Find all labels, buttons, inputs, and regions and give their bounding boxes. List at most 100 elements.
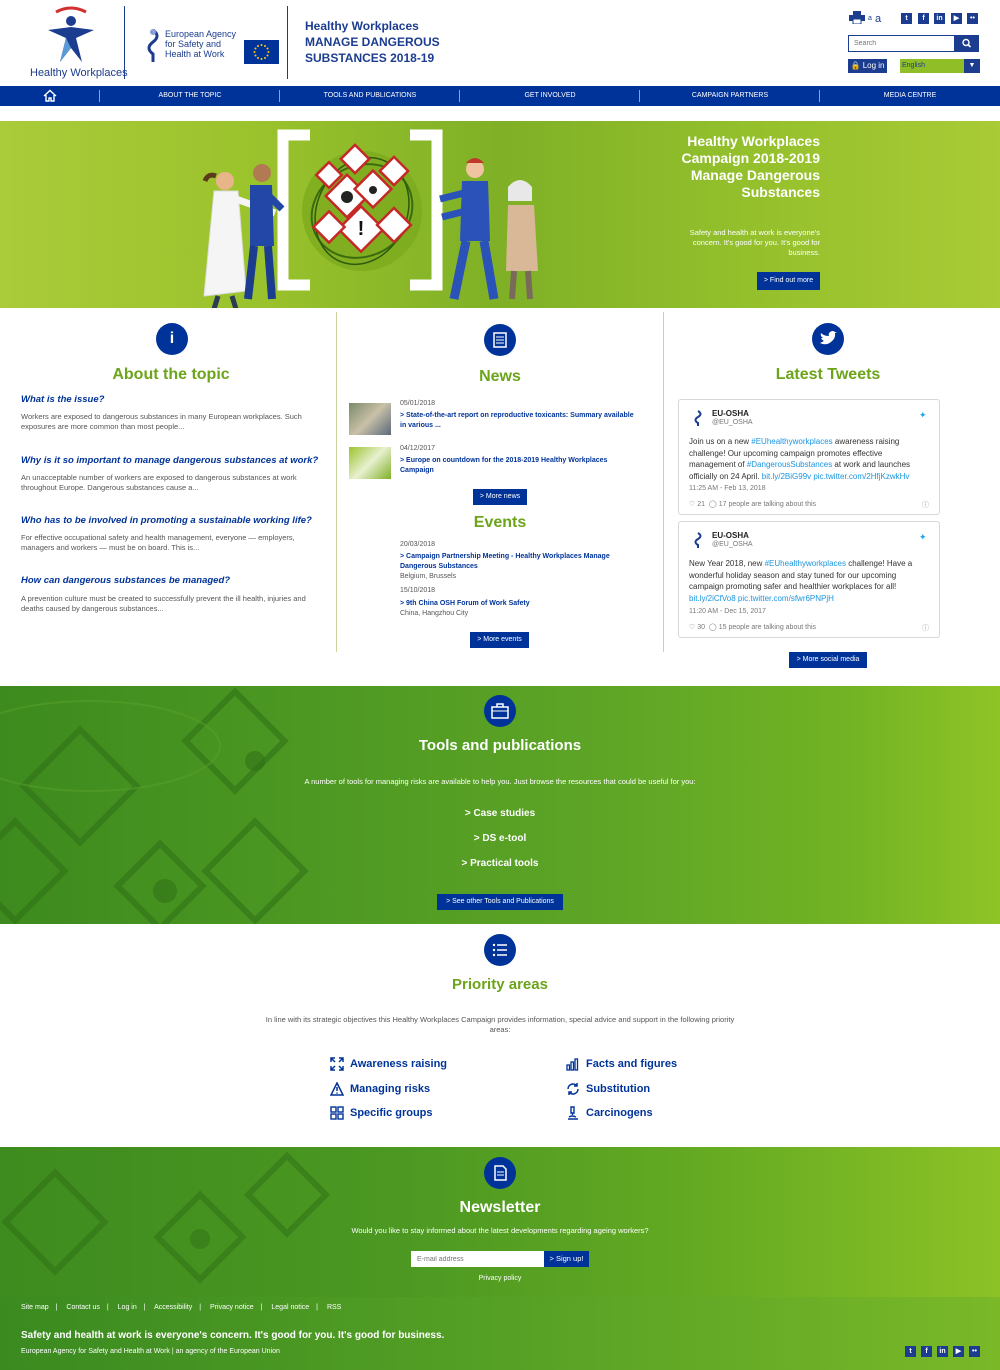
more-events-button[interactable]: > More events <box>470 632 529 648</box>
comment-icon[interactable]: ◯ <box>709 624 717 631</box>
comment-icon[interactable]: ◯ <box>709 501 717 508</box>
see-other-tools-button[interactable]: > See other Tools and Publications <box>437 894 563 910</box>
tweet-stats: ♡ 30 ◯ 15 people are talking about this <box>689 623 816 631</box>
tweet-card[interactable]: EU-OSHA @EU_OSHA ✦ New Year 2018, new #E… <box>678 521 940 638</box>
twitter-bird-icon: ✦ <box>919 532 927 542</box>
tweet-handle: @EU_OSHA <box>712 419 753 426</box>
footer-link-site-map[interactable]: Site map <box>21 1304 49 1311</box>
info-icon[interactable]: ⓘ <box>922 623 929 633</box>
search-button[interactable] <box>955 35 979 52</box>
agency-name: European Agency for Safety and Health at… <box>165 29 237 59</box>
header-divider <box>287 6 288 79</box>
campaign-title: Healthy Workplaces MANAGE DANGEROUS SUBS… <box>305 18 440 66</box>
nav-about-topic[interactable]: ABOUT THE TOPIC <box>100 86 280 106</box>
hero-title-line: Manage Dangerous <box>690 167 820 183</box>
footer-link-contact[interactable]: Contact us <box>66 1304 99 1311</box>
sign-up-button[interactable]: > Sign up! <box>544 1251 589 1267</box>
healthy-workplaces-logo[interactable]: Healthy Workplaces <box>30 6 128 80</box>
hero-title: Healthy Workplaces Campaign 2018-2019 Ma… <box>640 133 820 201</box>
bar-chart-icon <box>566 1058 579 1071</box>
youtube-icon[interactable]: ▶ <box>953 1346 964 1357</box>
home-icon[interactable] <box>38 86 62 106</box>
linkedin-icon[interactable]: in <box>937 1346 948 1357</box>
news-thumbnail[interactable] <box>349 447 391 479</box>
like-count: 30 <box>697 624 706 631</box>
eu-flag-icon <box>244 40 279 64</box>
talking-count: 17 people are talking about this <box>718 501 817 508</box>
tweet-time[interactable]: 11:25 AM - Feb 13, 2018 <box>689 485 766 492</box>
heart-icon[interactable]: ♡ <box>689 624 695 631</box>
tools-title: Tools and publications <box>418 737 582 754</box>
nav-get-involved[interactable]: GET INVOLVED <box>460 86 640 106</box>
talking-count: 15 people are talking about this <box>718 624 817 631</box>
tool-link-ds-etool[interactable]: > DS e-tool <box>0 833 1000 844</box>
find-out-more-button[interactable]: > Find out more <box>757 272 820 290</box>
tweet-card[interactable]: EU-OSHA @EU_OSHA ✦ Join us on a new #EUh… <box>678 399 940 515</box>
footer-link-accessibility[interactable]: Accessibility <box>154 1304 192 1311</box>
linkedin-icon[interactable]: in <box>934 13 945 24</box>
event-link[interactable]: > Campaign Partnership Meeting - Healthy… <box>400 552 635 572</box>
heart-icon[interactable]: ♡ <box>689 501 695 508</box>
twitter-icon[interactable]: t <box>901 13 912 24</box>
about-question[interactable]: What is the issue? <box>21 394 321 405</box>
more-social-media-button[interactable]: > More social media <box>789 652 867 668</box>
info-icon: i <box>156 323 188 355</box>
priority-title: Priority areas <box>452 976 548 993</box>
info-icon[interactable]: ⓘ <box>922 500 929 510</box>
news-link[interactable]: > State-of-the-art report on reproductiv… <box>400 411 635 431</box>
flickr-icon[interactable]: •• <box>967 13 978 24</box>
event-date: 20/03/2018 <box>400 541 436 548</box>
news-link[interactable]: > Europe on countdown for the 2018-2019 … <box>400 456 635 476</box>
hashtag-link[interactable]: #EUhealthyworkplaces <box>751 437 832 446</box>
eu-osha-avatar <box>694 532 702 548</box>
about-question[interactable]: Who has to be involved in promoting a su… <box>21 515 321 526</box>
footer-links: Site map | Contact us | Log in | Accessibil… <box>21 1304 342 1311</box>
footer-slogan: Safety and health at work is everyone's … <box>21 1330 445 1341</box>
email-field[interactable] <box>411 1251 544 1267</box>
refresh-icon <box>567 1083 579 1095</box>
print-icon[interactable] <box>849 11 865 24</box>
footer-link-privacy[interactable]: Privacy notice <box>210 1304 254 1311</box>
hashtag-link[interactable]: #DangerousSubstances <box>747 460 832 469</box>
chevron-down-icon[interactable]: ▼ <box>964 59 980 73</box>
youtube-icon[interactable]: ▶ <box>951 13 962 24</box>
language-select[interactable]: English <box>900 59 964 73</box>
font-decrease-button[interactable]: a <box>868 15 872 22</box>
tweet-url[interactable]: bit.ly/2BiG99v pic.twitter.com/2HfjKzwkH… <box>762 472 910 481</box>
event-date: 15/10/2018 <box>400 587 436 594</box>
twitter-icon[interactable]: t <box>905 1346 916 1357</box>
footer-link-login[interactable]: Log in <box>118 1304 137 1311</box>
tweet-url[interactable]: bit.ly/2iCfVo8 pic.twitter.com/sfwr6PNPj… <box>689 594 834 603</box>
search-input[interactable] <box>848 35 955 52</box>
priority-label: Awareness raising <box>350 1058 448 1070</box>
nav-media-centre[interactable]: MEDIA CENTRE <box>820 86 1000 106</box>
tweet-time[interactable]: 11:20 AM - Dec 15, 2017 <box>689 608 766 615</box>
events-title: Events <box>473 514 527 531</box>
privacy-policy-link[interactable]: Privacy policy <box>0 1275 1000 1282</box>
event-location: China, Hangzhou City <box>400 610 469 617</box>
eu-osha-avatar <box>694 410 702 426</box>
hashtag-link[interactable]: #EUhealthyworkplaces <box>765 559 846 568</box>
login-button[interactable]: 🔒 Log in <box>848 59 887 73</box>
about-question[interactable]: Why is it so important to manage dangero… <box>21 455 321 466</box>
facebook-icon[interactable]: f <box>921 1346 932 1357</box>
about-question[interactable]: How can dangerous substances be managed? <box>21 575 321 586</box>
footer-link-rss[interactable]: RSS <box>327 1304 341 1311</box>
tool-link-case-studies[interactable]: > Case studies <box>0 808 1000 819</box>
news-thumbnail[interactable] <box>349 403 391 435</box>
footer-link-legal[interactable]: Legal notice <box>271 1304 309 1311</box>
nav-tools-publications[interactable]: TOOLS AND PUBLICATIONS <box>280 86 460 106</box>
campaign-title-line: SUBSTANCES 2018-19 <box>305 51 435 65</box>
flickr-icon[interactable]: •• <box>969 1346 980 1357</box>
about-title: About the topic <box>112 366 230 383</box>
facebook-icon[interactable]: f <box>918 13 929 24</box>
news-title: News <box>479 368 521 385</box>
event-link[interactable]: > 9th China OSH Forum of Work Safety <box>400 599 635 609</box>
nav-campaign-partners[interactable]: CAMPAIGN PARTNERS <box>640 86 820 106</box>
font-increase-button[interactable]: a <box>875 13 881 25</box>
tool-link-practical-tools[interactable]: > Practical tools <box>0 858 1000 869</box>
more-news-button[interactable]: > More news <box>473 489 527 505</box>
priority-label: Managing risks <box>350 1083 431 1095</box>
tweet-author: EU-OSHA <box>712 409 749 418</box>
hero-banner: ! Healthy Workplaces Campaign 2018-2019 … <box>0 121 1000 308</box>
